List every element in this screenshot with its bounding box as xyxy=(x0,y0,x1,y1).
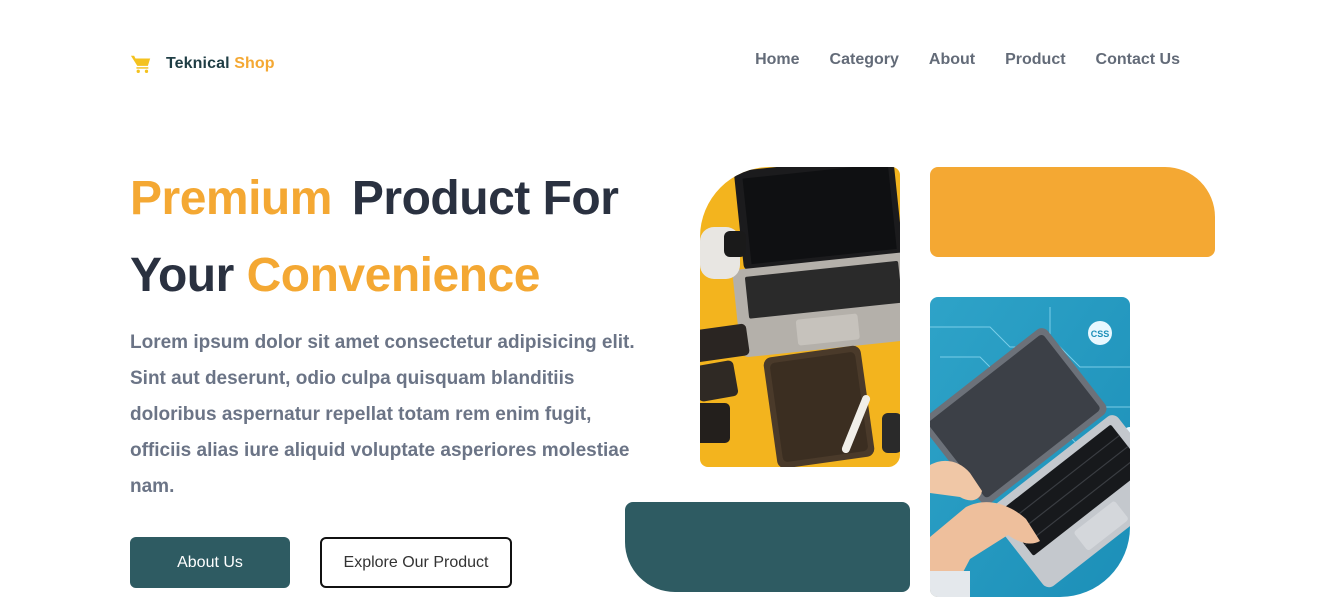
main-nav: Home Category About Product Contact Us xyxy=(755,50,1180,70)
nav-about[interactable]: About xyxy=(929,50,975,70)
laptop-flatlay-image xyxy=(700,167,900,467)
brand-logo[interactable]: Teknical Shop xyxy=(130,53,275,75)
nav-contact-us[interactable]: Contact Us xyxy=(1096,50,1180,70)
headline-premium: Premium xyxy=(130,172,332,225)
headline-product-for: Product For xyxy=(351,172,619,225)
laptop-typing-image: JS CSS </> xyxy=(930,297,1130,597)
nav-home[interactable]: Home xyxy=(755,50,799,70)
nav-product[interactable]: Product xyxy=(1005,50,1065,70)
decorative-teal-block xyxy=(625,502,910,592)
brand-name-part2: Shop xyxy=(234,55,275,72)
brand-name: Teknical Shop xyxy=(166,55,275,73)
brand-name-part1: Teknical xyxy=(166,55,230,72)
about-us-button[interactable]: About Us xyxy=(130,537,290,588)
hero-description: Lorem ipsum dolor sit amet consectetur a… xyxy=(130,332,635,497)
shopping-cart-icon xyxy=(130,55,151,73)
explore-product-button[interactable]: Explore Our Product xyxy=(320,537,512,588)
hero-headline: Premium Product For Your Convenience xyxy=(130,160,619,314)
nav-category[interactable]: Category xyxy=(830,50,899,70)
decorative-orange-block xyxy=(930,167,1215,257)
headline-convenience: Convenience xyxy=(246,249,541,302)
svg-text:CSS: CSS xyxy=(1091,329,1110,339)
headline-your: Your xyxy=(130,249,234,302)
